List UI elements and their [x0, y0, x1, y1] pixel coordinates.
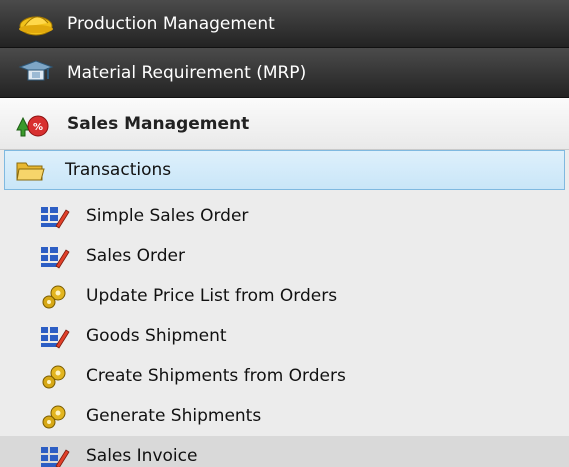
menu-item-label: Sales Order [86, 246, 185, 266]
folder-icon [15, 159, 45, 183]
gears-icon [40, 284, 70, 310]
menu-item-label: Generate Shipments [86, 406, 262, 426]
form-edit-icon [40, 244, 70, 270]
graduation-cap-icon [18, 59, 54, 85]
folder-label: Transactions [65, 160, 172, 180]
menu-item-label: Create Shipments from Orders [86, 366, 346, 386]
menu-item-label: Simple Sales Order [86, 206, 249, 226]
menu-item-label: Goods Shipment [86, 326, 227, 346]
menu-header-production-management[interactable]: Production Management [0, 0, 569, 48]
menu-item-sales-order[interactable]: Sales Order [0, 236, 569, 276]
form-edit-icon [40, 324, 70, 350]
menu-item-generate-shipments[interactable]: Generate Shipments [0, 396, 569, 436]
menu-header-label: Material Requirement (MRP) [67, 62, 307, 83]
navigation-menu: Production Management Material Requireme… [0, 0, 569, 467]
menu-header-label: Production Management [67, 13, 275, 34]
section-sales-management[interactable]: % Sales Management [0, 98, 569, 150]
form-edit-icon [40, 204, 70, 230]
menu-item-simple-sales-order[interactable]: Simple Sales Order [0, 196, 569, 236]
section-label: Sales Management [67, 113, 250, 134]
menu-item-label: Sales Invoice [86, 446, 198, 466]
menu-item-update-price-list[interactable]: Update Price List from Orders [0, 276, 569, 316]
menu-header-material-requirement[interactable]: Material Requirement (MRP) [0, 48, 569, 98]
gears-icon [40, 404, 70, 430]
menu-item-create-shipments-from-orders[interactable]: Create Shipments from Orders [0, 356, 569, 396]
sales-arrows-icon: % [13, 110, 51, 138]
svg-text:%: % [33, 122, 43, 133]
menu-item-label: Update Price List from Orders [86, 286, 338, 306]
form-edit-icon [40, 444, 70, 467]
gears-icon [40, 364, 70, 390]
hardhat-icon [18, 11, 54, 37]
menu-item-goods-shipment[interactable]: Goods Shipment [0, 316, 569, 356]
folder-transactions[interactable]: Transactions [4, 150, 565, 190]
menu-item-sales-invoice[interactable]: Sales Invoice [0, 436, 569, 467]
